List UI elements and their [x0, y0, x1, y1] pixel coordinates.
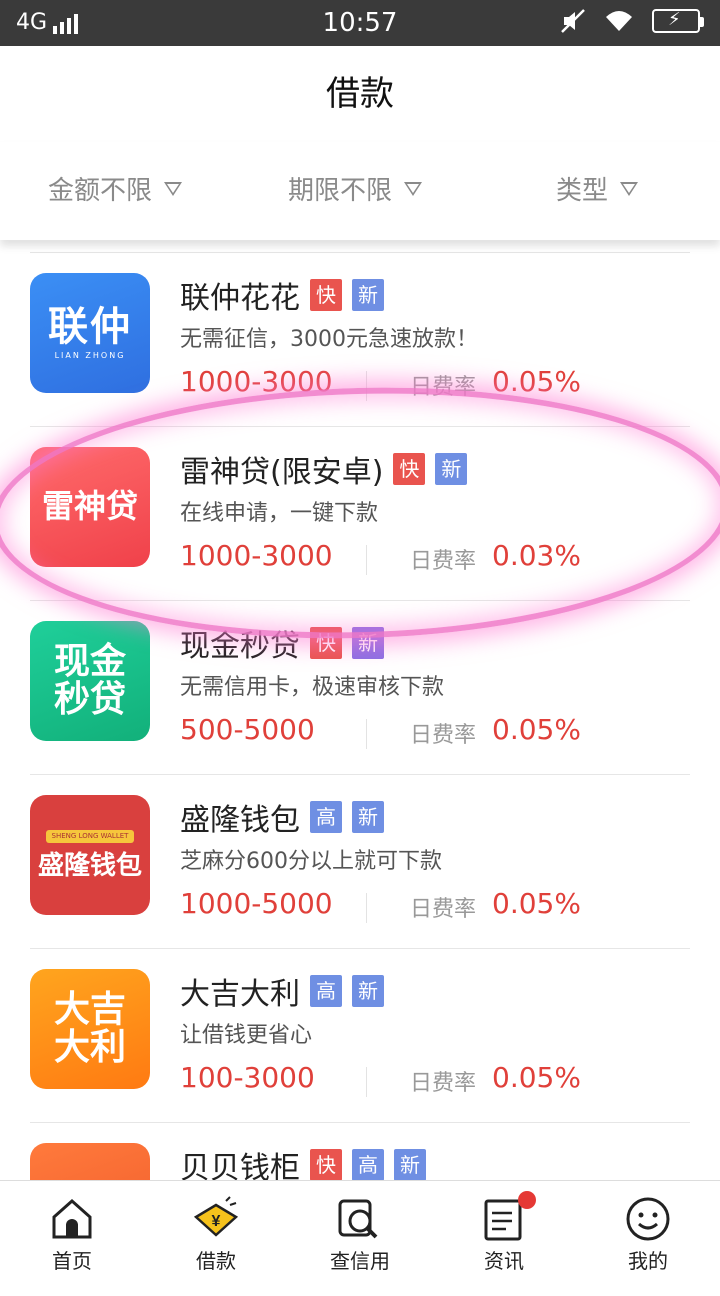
lianzhong-logo: 联仲 LIAN ZHONG — [30, 273, 150, 393]
page-title: 借款 — [326, 74, 394, 114]
tab-home[interactable]: 首页 — [0, 1181, 144, 1280]
dropdown-arrow-icon — [620, 181, 639, 196]
loan-amount-range: 1000-5000 — [180, 887, 333, 920]
loan-description: 让借钱更省心 — [180, 1023, 313, 1048]
tag-fast: 快 — [310, 1149, 342, 1181]
mute-icon — [561, 9, 585, 33]
daily-rate-label: 日费率 — [410, 897, 477, 922]
loan-item-leishendai[interactable]: 雷神贷 雷神贷(限安卓) 快 新 在线申请，一键下款 1000-3000 日费率… — [30, 426, 690, 600]
notification-dot — [518, 1191, 536, 1209]
daily-rate-value: 0.05% — [492, 365, 581, 398]
tag-fast: 快 — [310, 279, 342, 311]
tag-new: 新 — [352, 801, 384, 833]
tab-mine[interactable]: 我的 — [576, 1181, 720, 1280]
dajidali-logo: 大吉 大利 — [30, 969, 150, 1089]
tab-credit-label: 查信用 — [330, 1249, 390, 1273]
tag-high: 高 — [352, 1149, 384, 1181]
tab-news-label: 资讯 — [484, 1249, 524, 1273]
tag-fast: 快 — [393, 453, 426, 485]
filter-type[interactable]: 类型 — [556, 170, 639, 207]
divider — [366, 719, 367, 749]
svg-text:¥: ¥ — [212, 1213, 221, 1230]
loan-list: 联仲 LIAN ZHONG 联仲花花 快 新 无需征信，3000元急速放款！ 1… — [30, 252, 690, 1296]
daily-rate-value: 0.03% — [492, 539, 581, 572]
loan-amount-range: 1000-3000 — [180, 539, 333, 572]
tag-new: 新 — [352, 975, 384, 1007]
filter-term-label: 期限不限 — [288, 176, 393, 206]
yen-tag-icon: ¥ — [193, 1196, 239, 1237]
tag-high: 高 — [310, 801, 342, 833]
filter-bar: 金额不限 期限不限 类型 — [0, 142, 720, 240]
daily-rate-value: 0.05% — [492, 1061, 581, 1094]
divider — [366, 545, 367, 575]
status-bar: 4G 10:57 ⚡ — [0, 0, 720, 46]
tag-new: 新 — [352, 627, 384, 659]
tag-fast: 快 — [310, 627, 342, 659]
bottom-tab-bar: 首页 ¥ 借款 查信用 资讯 我的 — [0, 1180, 720, 1280]
tag-high: 高 — [310, 975, 342, 1007]
daily-rate-label: 日费率 — [410, 1071, 477, 1096]
filter-amount-label: 金额不限 — [48, 176, 153, 206]
filter-amount[interactable]: 金额不限 — [48, 170, 183, 207]
battery-icon: ⚡ — [652, 9, 704, 33]
loan-item-shenglong[interactable]: SHENG LONG WALLET 盛隆钱包 盛隆钱包 高 新 芝麻分600分以… — [30, 774, 690, 948]
shenglong-logo: SHENG LONG WALLET 盛隆钱包 — [30, 795, 150, 915]
loan-item-lianzhong[interactable]: 联仲 LIAN ZHONG 联仲花花 快 新 无需征信，3000元急速放款！ 1… — [30, 252, 690, 426]
tab-news[interactable]: 资讯 — [432, 1181, 576, 1280]
tab-loan-label: 借款 — [196, 1249, 236, 1273]
tab-mine-label: 我的 — [628, 1249, 668, 1273]
tag-new: 新 — [394, 1149, 426, 1181]
daily-rate-label: 日费率 — [410, 375, 477, 400]
tab-home-label: 首页 — [52, 1249, 92, 1273]
loan-description: 无需征信，3000元急速放款！ — [180, 327, 478, 352]
loan-name: 现金秒贷 快 新 — [180, 621, 384, 665]
daily-rate-value: 0.05% — [492, 887, 581, 920]
tab-credit[interactable]: 查信用 — [288, 1181, 432, 1280]
loan-description: 无需信用卡，极速审核下款 — [180, 675, 445, 700]
loan-description: 在线申请，一键下款 — [180, 501, 379, 526]
home-icon — [52, 1198, 92, 1239]
smiley-icon — [626, 1197, 670, 1241]
tag-new: 新 — [352, 279, 384, 311]
wifi-icon — [606, 11, 632, 31]
loan-name: 大吉大利 高 新 — [180, 969, 384, 1013]
daily-rate-value: 0.05% — [492, 713, 581, 746]
leishendai-logo: 雷神贷 — [30, 447, 150, 567]
tab-loan[interactable]: ¥ 借款 — [144, 1181, 288, 1280]
loan-name: 雷神贷(限安卓) 快 新 — [180, 447, 468, 491]
loan-amount-range: 1000-3000 — [180, 365, 333, 398]
filter-term[interactable]: 期限不限 — [288, 170, 423, 207]
loan-name: 联仲花花 快 新 — [180, 273, 384, 317]
divider — [366, 371, 367, 401]
filter-type-label: 类型 — [556, 176, 609, 206]
loan-name: 盛隆钱包 高 新 — [180, 795, 384, 839]
loan-item-dajidali[interactable]: 大吉 大利 大吉大利 高 新 让借钱更省心 100-3000 日费率 0.05% — [30, 948, 690, 1122]
divider — [366, 893, 367, 923]
daily-rate-label: 日费率 — [410, 549, 477, 574]
dropdown-arrow-icon — [404, 181, 423, 196]
divider — [366, 1067, 367, 1097]
loan-description: 芝麻分600分以上就可下款 — [180, 849, 442, 874]
daily-rate-label: 日费率 — [410, 723, 477, 748]
loan-amount-range: 100-3000 — [180, 1061, 315, 1094]
loan-item-xianjinmiaodai[interactable]: 现金 秒贷 现金秒贷 快 新 无需信用卡，极速审核下款 500-5000 日费率… — [30, 600, 690, 774]
tag-new: 新 — [435, 453, 468, 485]
xianjinmiaodai-logo: 现金 秒贷 — [30, 621, 150, 741]
loan-amount-range: 500-5000 — [180, 713, 315, 746]
credit-search-icon — [338, 1199, 378, 1239]
dropdown-arrow-icon — [164, 181, 183, 196]
